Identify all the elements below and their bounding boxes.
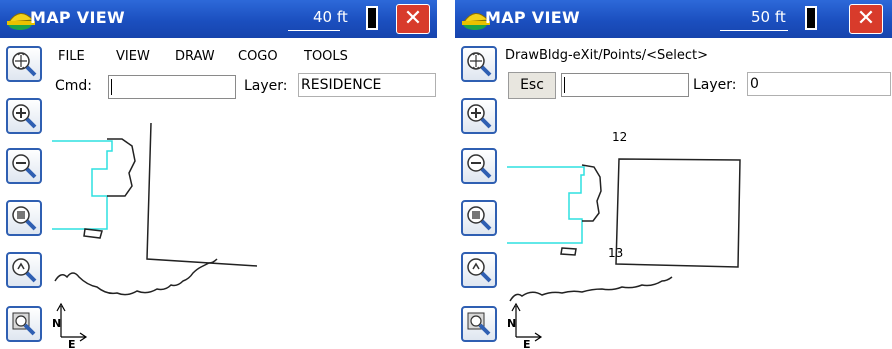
menu-view[interactable]: VIEW — [116, 49, 150, 64]
cmd-label: Cmd: — [55, 78, 93, 94]
zoom-previous-button[interactable] — [461, 252, 497, 288]
window-title: MAP VIEW — [485, 8, 580, 27]
zoom-extents-icon — [467, 52, 492, 77]
close-button[interactable]: ✕ — [396, 4, 430, 34]
pan-button[interactable] — [6, 306, 42, 342]
scale-readout: 50 ft — [751, 8, 786, 26]
zoom-extents-button[interactable] — [6, 46, 42, 82]
pan-icon — [12, 312, 36, 336]
black-linework — [509, 158, 741, 302]
command-prompt: DrawBldg-eXit/Points/<Select> — [505, 48, 708, 63]
zoom-out-icon — [12, 154, 37, 179]
north-arrow-icon — [511, 302, 543, 342]
zoom-window-icon — [12, 206, 37, 231]
text-caret — [111, 79, 112, 95]
zoom-out-button[interactable] — [461, 148, 497, 184]
layer-field[interactable]: 0 — [747, 72, 891, 96]
scale-bar — [720, 30, 788, 31]
zoom-in-button[interactable] — [461, 98, 497, 134]
title-bar: MAP VIEW 40 ft ✕ — [0, 0, 437, 38]
zoom-window-button[interactable] — [461, 200, 497, 236]
map-canvas[interactable]: 12 13 N E — [502, 101, 892, 349]
zoom-extents-button[interactable] — [461, 46, 497, 82]
text-caret — [564, 77, 565, 93]
scale-readout: 40 ft — [313, 8, 348, 26]
pan-button[interactable] — [461, 306, 497, 342]
point-label-12: 12 — [612, 130, 627, 144]
layer-label: Layer: — [244, 78, 288, 94]
layer-label: Layer: — [693, 77, 737, 93]
close-button[interactable]: ✕ — [849, 4, 883, 34]
north-arrow-icon — [56, 302, 88, 342]
layer-value: 0 — [750, 76, 759, 92]
zoom-previous-icon — [467, 258, 492, 283]
east-label: E — [523, 338, 531, 349]
title-bar: MAP VIEW 50 ft ✕ — [455, 0, 892, 38]
zoom-in-button[interactable] — [6, 98, 42, 134]
cmd-input[interactable] — [108, 75, 236, 99]
battery-icon — [805, 6, 817, 30]
battery-icon — [366, 6, 378, 30]
zoom-out-button[interactable] — [6, 148, 42, 184]
zoom-extents-icon — [12, 52, 37, 77]
cyan-linework — [507, 166, 585, 244]
right-map-view-window: MAP VIEW 50 ft ✕ DrawBldg-eXit/Points/<S… — [455, 0, 892, 349]
north-label: N — [507, 317, 516, 330]
zoom-in-icon — [467, 104, 492, 129]
zoom-window-button[interactable] — [6, 200, 42, 236]
window-title: MAP VIEW — [30, 8, 125, 27]
zoom-previous-icon — [12, 258, 37, 283]
zoom-toolbar — [0, 40, 47, 349]
layer-value: RESIDENCE — [301, 77, 382, 93]
menu-tools[interactable]: TOOLS — [304, 49, 348, 64]
zoom-previous-button[interactable] — [6, 252, 42, 288]
zoom-out-icon — [467, 154, 492, 179]
layer-field[interactable]: RESIDENCE — [298, 73, 436, 97]
scale-bar — [288, 30, 340, 31]
map-canvas[interactable]: N E — [47, 101, 437, 349]
north-label: N — [52, 317, 61, 330]
left-map-view-window: MAP VIEW 40 ft ✕ FILE VIEW DRAW COGO TOO… — [0, 0, 437, 349]
cmd-input[interactable] — [561, 73, 689, 97]
zoom-window-icon — [467, 206, 492, 231]
menu-cogo[interactable]: COGO — [238, 49, 278, 64]
black-linework — [54, 122, 258, 296]
zoom-in-icon — [12, 104, 37, 129]
cyan-linework — [52, 140, 113, 230]
menu-file[interactable]: FILE — [58, 49, 85, 64]
menu-draw[interactable]: DRAW — [175, 49, 215, 64]
east-label: E — [68, 338, 76, 349]
point-label-13: 13 — [608, 246, 623, 260]
pan-icon — [467, 312, 491, 336]
menu-bar: FILE VIEW DRAW COGO TOOLS — [58, 49, 438, 69]
esc-button[interactable]: Esc — [508, 72, 556, 99]
zoom-toolbar — [455, 40, 502, 349]
